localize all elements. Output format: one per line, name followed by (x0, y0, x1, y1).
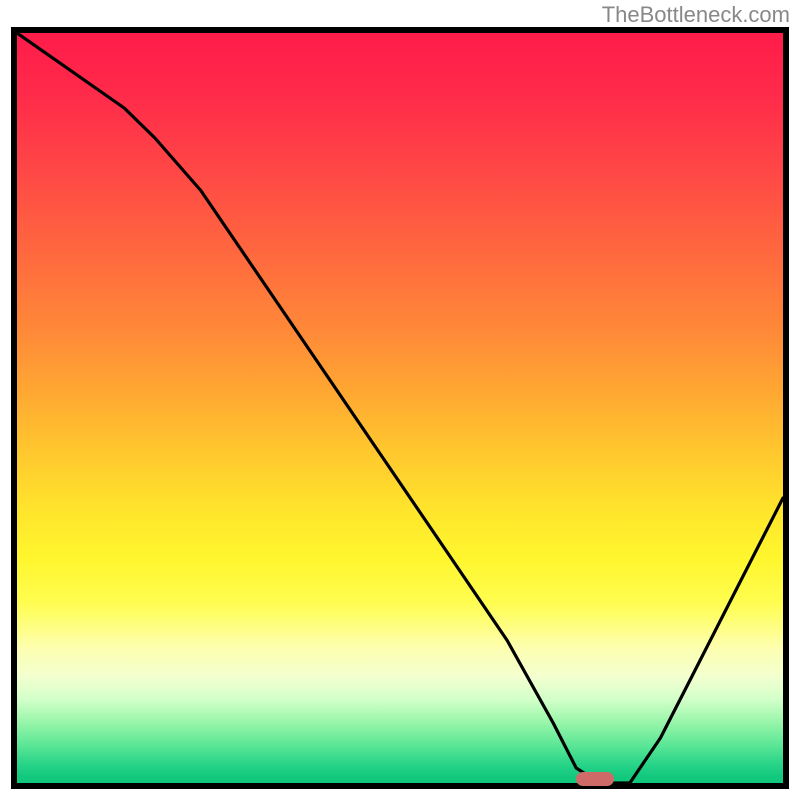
watermark-text: TheBottleneck.com (602, 2, 790, 28)
optimum-marker (576, 772, 614, 786)
penalty-curve (17, 33, 783, 783)
penalty-curve-path (17, 33, 783, 783)
chart-plot-area (11, 27, 789, 789)
